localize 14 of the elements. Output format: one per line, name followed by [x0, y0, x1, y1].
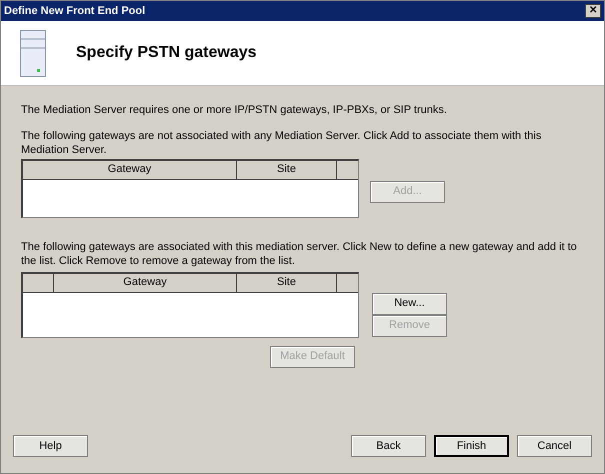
dialog-button[interactable]: Cancel: [517, 435, 592, 457]
page-heading: Specify PSTN gateways: [76, 43, 257, 63]
description-text: The following gateways are associated with this mediation server. Click New to define a new gateway and add it to the list. Click Remove to remove a gateway from the list.: [21, 240, 578, 268]
dialog-button[interactable]: New...: [372, 292, 447, 314]
close-button[interactable]: ✕: [585, 4, 601, 18]
column-header[interactable]: Gateway: [54, 274, 237, 292]
dialog-button[interactable]: Finish: [434, 435, 509, 457]
intro-text: The Mediation Server requires one or more IP/PSTN gateways, IP-PBXs, or SIP trunks.: [21, 103, 448, 118]
column-header[interactable]: Gateway: [23, 160, 237, 178]
dialog-button[interactable]: Help: [13, 435, 88, 457]
dialog-button[interactable]: Back: [351, 435, 426, 457]
server-icon: [20, 30, 46, 76]
description-text: The following gateways are not associated with any Mediation Server. Click Add to associate them with this Mediation Server.: [21, 128, 542, 156]
window-title: Define New Front End Pool: [4, 4, 146, 19]
